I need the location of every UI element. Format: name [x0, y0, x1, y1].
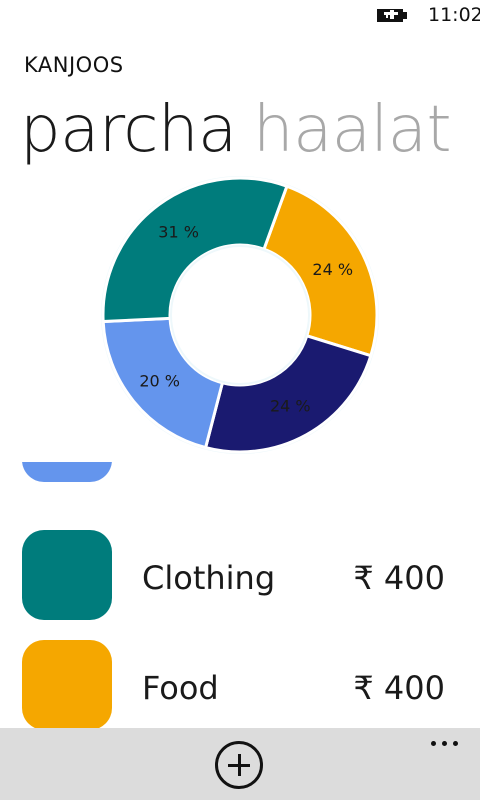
donut-chart-svg: 24 % 24 % 20 % 31 %	[101, 176, 379, 454]
slice-label: 24 %	[270, 396, 311, 415]
category-amount: ₹ 400	[353, 559, 445, 597]
status-bar: 11:02	[0, 0, 480, 32]
list-item[interactable]: Clothing ₹ 400	[0, 530, 480, 622]
add-circle-icon[interactable]	[215, 741, 263, 789]
category-label: Clothing	[142, 559, 276, 597]
list-item[interactable]: Food ₹ 400	[0, 640, 480, 728]
donut-chart: 24 % 24 % 20 % 31 %	[0, 168, 480, 458]
battery-charging-icon	[377, 9, 407, 22]
ellipsis-icon[interactable]	[428, 736, 462, 750]
slice-label: 20 %	[139, 371, 180, 390]
category-swatch	[22, 530, 112, 620]
app-title: KANJOOS	[24, 53, 124, 77]
category-list: Clothing ₹ 400 Food ₹ 400	[0, 462, 480, 728]
pivot-header-haalat[interactable]: haalat k	[253, 88, 480, 172]
partial-swatch	[22, 462, 112, 482]
category-amount: ₹ 400	[353, 669, 445, 707]
clock: 11:02	[428, 4, 480, 26]
category-label: Food	[142, 669, 219, 707]
pivot-headers: parcha haalat k	[0, 88, 480, 178]
category-swatch	[22, 640, 112, 728]
slice-label: 31 %	[158, 223, 199, 242]
pivot-header-parcha[interactable]: parcha	[20, 88, 237, 172]
donut-hole	[170, 245, 310, 385]
slice-label: 24 %	[312, 260, 353, 279]
app-bar	[0, 728, 480, 800]
